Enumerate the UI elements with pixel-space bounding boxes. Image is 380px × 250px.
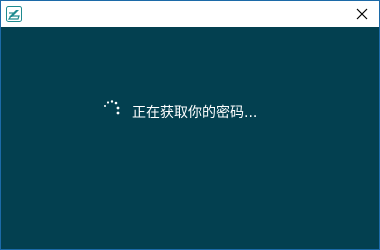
- status-message: 正在获取你的密码...: [132, 105, 258, 121]
- close-button[interactable]: [345, 1, 379, 27]
- app-logo-icon: [6, 6, 22, 22]
- loading-spinner-icon: [101, 97, 123, 119]
- dialog-window: 正在获取你的密码...: [0, 0, 380, 250]
- close-icon: [356, 5, 368, 24]
- content-area: 正在获取你的密码...: [1, 27, 379, 249]
- title-bar[interactable]: [1, 1, 379, 27]
